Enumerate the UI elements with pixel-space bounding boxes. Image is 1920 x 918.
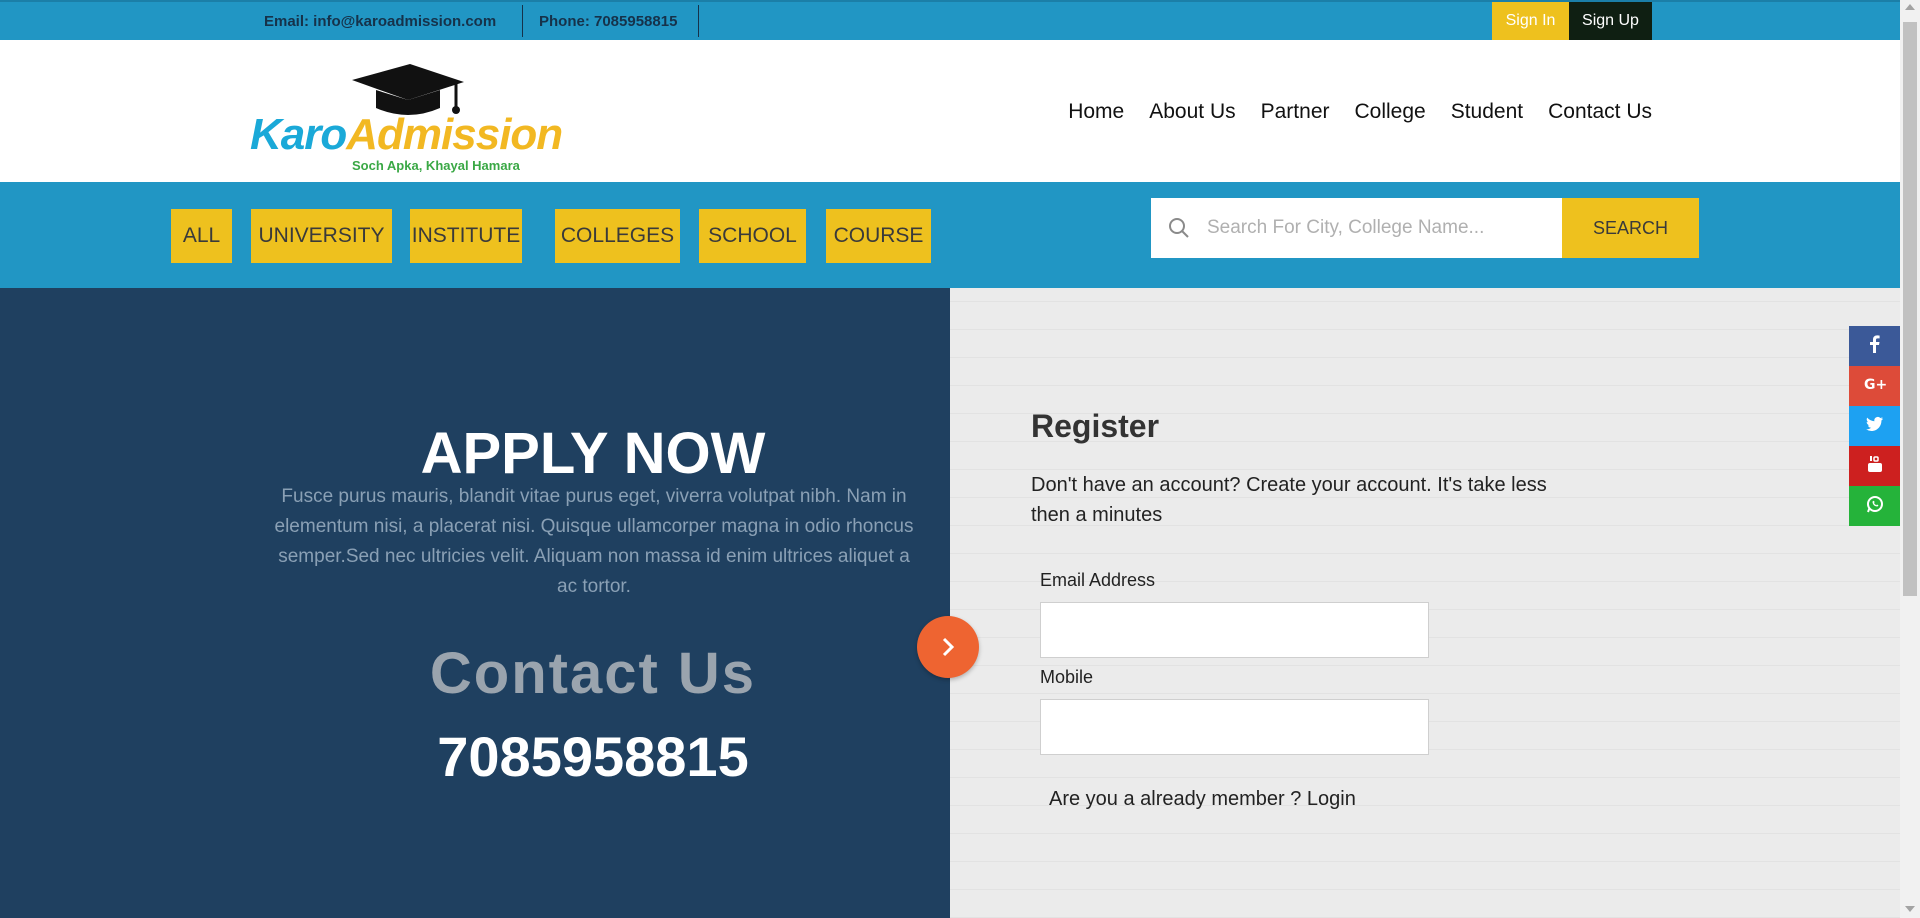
search-bar: SEARCH (1151, 198, 1699, 258)
logo-tagline: Soch Apka, Khayal Hamara (352, 158, 520, 173)
register-panel: Register Don't have an account? Create y… (950, 288, 1900, 918)
mobile-field[interactable] (1040, 699, 1429, 755)
divider (698, 5, 699, 37)
whatsapp-share-button[interactable] (1849, 486, 1900, 526)
email-field[interactable] (1040, 602, 1429, 658)
register-title: Register (1031, 408, 1160, 444)
nav-link-contact-us[interactable]: Contact Us (1548, 100, 1652, 124)
whatsapp-icon (1866, 495, 1884, 518)
nav-link-partner[interactable]: Partner (1261, 100, 1330, 124)
twitter-icon (1865, 416, 1884, 437)
search-icon (1151, 216, 1207, 240)
site-header: KaroAdmission Soch Apka, Khayal Hamara H… (0, 40, 1900, 182)
divider (522, 5, 523, 37)
google-plus-icon: G+ (1864, 376, 1887, 397)
nav-link-about-us[interactable]: About Us (1149, 100, 1235, 124)
nav-link-home[interactable]: Home (1068, 100, 1124, 124)
main-nav: Home About Us Partner College Student Contact… (1068, 100, 1652, 124)
category-institute-button[interactable]: INSTITUTE (410, 209, 522, 263)
category-university-button[interactable]: UNIVERSITY (251, 209, 392, 263)
category-all-button[interactable]: ALL (171, 209, 232, 263)
login-link[interactable]: Login (1307, 788, 1356, 810)
header-email[interactable]: Email: info@karoadmission.com (264, 2, 496, 40)
sign-in-button[interactable]: Sign In (1492, 2, 1569, 40)
email-label: Email Address (1040, 570, 1156, 590)
next-arrow-button[interactable] (917, 616, 979, 678)
search-input[interactable] (1207, 208, 1559, 248)
search-button[interactable]: SEARCH (1562, 198, 1699, 258)
register-subtitle: Don't have an account? Create your accou… (1031, 474, 1547, 526)
facebook-share-button[interactable] (1849, 326, 1900, 366)
category-colleges-button[interactable]: COLLEGES (555, 209, 680, 263)
logo-wordmark: KaroAdmission (250, 110, 563, 159)
login-prompt: Are you a already member ? Login (1049, 788, 1356, 810)
category-course-button[interactable]: COURSE (826, 209, 931, 263)
youtube-share-button[interactable] (1849, 446, 1900, 486)
youtube-icon (1867, 455, 1883, 478)
scroll-up-arrow[interactable] (1905, 4, 1915, 10)
svg-text:G+: G+ (1864, 377, 1886, 392)
nav-link-student[interactable]: Student (1451, 100, 1523, 124)
site-logo[interactable]: KaroAdmission Soch Apka, Khayal Hamara (250, 64, 563, 173)
apply-now-panel: APPLY NOW Fusce purus mauris, blandit vi… (0, 288, 950, 918)
google-plus-share-button[interactable]: G+ (1849, 366, 1900, 406)
category-bar: ALL UNIVERSITY INSTITUTE COLLEGES SCHOOL COUR… (0, 182, 1900, 288)
twitter-share-button[interactable] (1849, 406, 1900, 446)
mobile-label: Mobile (1040, 667, 1094, 687)
scrollbar-thumb[interactable] (1903, 22, 1917, 596)
chevron-right-icon (942, 637, 955, 657)
category-school-button[interactable]: SCHOOL (699, 209, 806, 263)
facebook-icon (1867, 334, 1883, 358)
sign-up-button[interactable]: Sign Up (1569, 2, 1652, 40)
scroll-down-arrow[interactable] (1905, 906, 1915, 912)
top-bar: Email: info@karoadmission.com Phone: 708… (0, 0, 1900, 40)
apply-description: Fusce purus mauris, blandit vitae purus … (274, 486, 914, 597)
nav-link-college[interactable]: College (1355, 100, 1426, 124)
header-phone[interactable]: Phone: 7085958815 (539, 2, 677, 40)
